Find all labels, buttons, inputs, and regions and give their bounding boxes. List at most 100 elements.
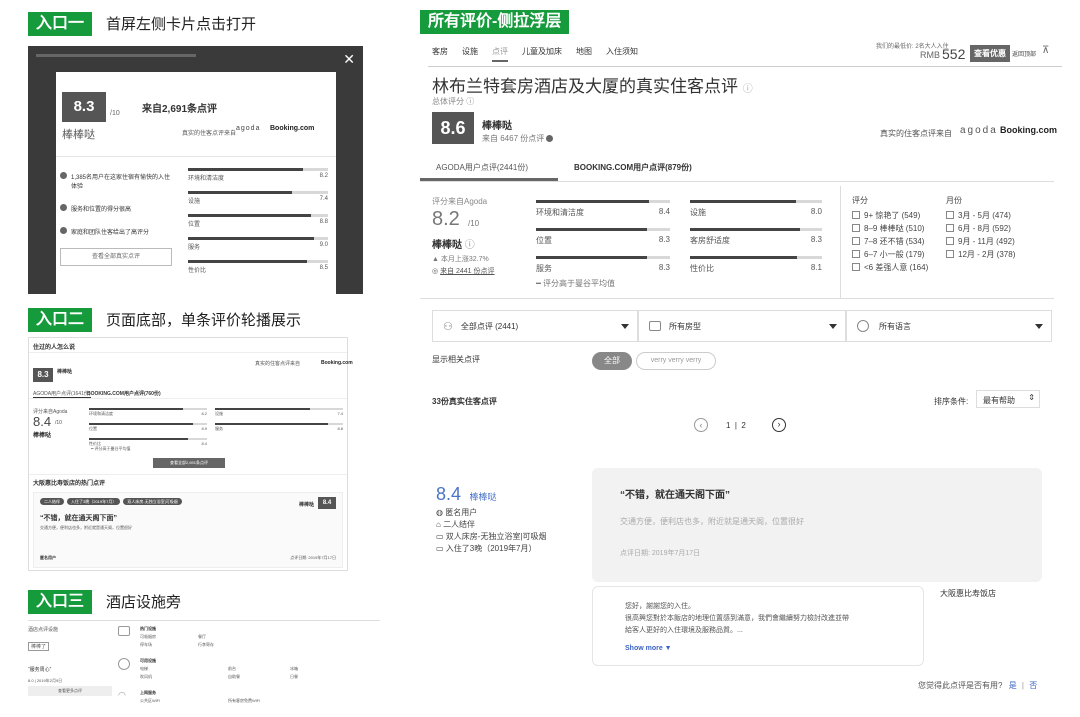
back-to-top-icon[interactable]: ⊼ [1042, 45, 1049, 56]
section-caption-1: 首屏左侧卡片点击打开 [106, 16, 257, 33]
month-filter-checkbox[interactable]: 3月 - 5月 (474) [946, 209, 1015, 222]
entry3-screenshot: 酒店点评设施 棒棒了 “服务周心” 8.0 | 2019年2月9日 查看更多点评… [28, 620, 380, 714]
nav-tab-kids[interactable]: 儿童及加床 [522, 46, 562, 62]
section-caption-3: 酒店设施旁 [106, 594, 182, 611]
review-carousel-card[interactable]: 二人结伴 入住了3晚（2019年7月） 双人床房-无独立浴室|可吸烟 “不错，就… [33, 492, 343, 568]
score-badge: 8.3 [62, 92, 106, 122]
nav-tab-facilities[interactable]: 设施 [462, 46, 478, 62]
globe-icon [118, 658, 130, 670]
info-icon[interactable]: ⓘ [743, 84, 753, 95]
nav-tab-reviews[interactable]: 点评 [492, 46, 508, 62]
facility-item: 日餐 [290, 674, 298, 679]
overall-rating: 棒棒哒 [482, 121, 512, 132]
section-caption-2: 页面底部，单条评价轮播展示 [106, 312, 302, 329]
room-type: ▭ 双人床房-无独立浴室|可吸烟 [436, 532, 547, 541]
month-filter-checkbox[interactable]: 6月 - 8月 (592) [946, 222, 1015, 235]
agoda-rating: 棒棒哒 [33, 433, 52, 439]
pager[interactable]: 1 | 2 [726, 421, 746, 430]
review-score-badge: 8.4 [318, 497, 336, 509]
sort-dropdown[interactable]: 最有帮助 ⇕ [976, 390, 1040, 408]
score-filter-checkbox[interactable]: <6 差强人意 (164) [852, 261, 928, 274]
facility-item: 可吸烟房 [140, 634, 156, 639]
facility-cat-title: 热门设施 [140, 626, 156, 631]
nav-tab-policies[interactable]: 入住须知 [606, 46, 638, 62]
room-type-dropdown[interactable]: 所有房型 [638, 310, 846, 342]
review-count: 来自2,691条点评 [142, 104, 218, 115]
month-filter-checkbox[interactable]: 9月 - 11月 (492) [946, 235, 1015, 248]
price-value: 552 [942, 46, 966, 62]
lowest-price-label: 我们的最低价: 2名大人入住 [876, 44, 949, 50]
prev-page-button[interactable]: ‹ [694, 418, 708, 432]
score-filter-checkbox[interactable]: 8–9 棒棒哒 (510) [852, 222, 928, 235]
chip-all[interactable]: 全部 [592, 352, 632, 370]
overall-score-badge: 8.6 [432, 112, 474, 144]
thumb-up-icon [118, 626, 130, 636]
view-deal-button[interactable]: 查看优惠 [970, 45, 1010, 62]
facility-item: 行李寄存 [198, 642, 214, 647]
related-label: 显示相关点评 [432, 355, 480, 364]
facility-stay: 8.0 | 2019年2月9日 [28, 678, 63, 683]
hot-reviews-title: 大阪惠比寿饭店的热门点评 [33, 481, 106, 487]
section-tag-3: 入口三 [28, 590, 93, 614]
close-icon[interactable]: ✕ [343, 51, 355, 68]
tab-agoda-reviews[interactable]: AGODA用户点评(2441份) [436, 162, 528, 173]
trend-text: ▲ 本月上涨32.7% [432, 256, 489, 263]
month-filter-group: 月份 3月 - 5月 (474) 6月 - 8月 (592) 9月 - 11月 … [946, 196, 1016, 261]
booking-logo: Booking.com [1000, 125, 1058, 135]
score-filter-group: 评分 9+ 惊艳了 (549) 8–9 棒棒哒 (510) 7–8 还不错 (5… [852, 196, 929, 274]
sort-label: 排序条件: [934, 397, 969, 406]
review-date: 点评日期: 2019年7月17日 [620, 550, 701, 557]
stay-duration: ▭ 入住了3晚（2019年7月） [436, 544, 537, 553]
facility-quote: “服务周心” [28, 667, 52, 673]
helpful-yes-link[interactable]: 是 [1009, 681, 1017, 690]
price-currency: RMB [920, 50, 940, 60]
hotel-reply-card: 您好，謝謝您的入住。 很高興您對於本飯店的地理位置感到滿意，我們會繼續努力檢討改… [592, 586, 924, 666]
bar-col-2: 设施 8.0 客房舒适度 8.3 性价比 8.1 [690, 200, 822, 274]
source-text: 真实的住客点评来自 [182, 131, 237, 137]
review-type-dropdown[interactable]: ⚇ 全部点评 (2441) [432, 310, 638, 342]
tab-booking[interactable]: BOOKING.COM用户点评(760份) [87, 390, 161, 397]
all-reviews-drawer: 客房 设施 点评 儿童及加床 地图 入住须知 我们的最低价: 2名大人入住 RM… [420, 36, 1062, 716]
score-modal: 8.3 /10 棒棒哒 来自2,691条点评 真实的住客点评来自 agoda B… [56, 72, 336, 294]
facility-item: 电梯 [140, 666, 148, 671]
helpful-no-link[interactable]: 否 [1029, 681, 1037, 690]
chip: 二人结伴 [40, 498, 64, 505]
nav-tab-rooms[interactable]: 客房 [432, 46, 448, 62]
hotel-name: 大阪惠比寿饭店 [940, 589, 996, 598]
view-all-button[interactable]: 查看全部2,691条点评 [153, 458, 225, 468]
chip-keyword[interactable]: verry verry verry [636, 352, 716, 370]
rating-text: 棒棒哒 [57, 369, 73, 375]
facility-item: 停车场 [140, 642, 152, 647]
tab-booking-reviews[interactable]: BOOKING.COM用户点评(879份) [574, 162, 692, 173]
overall-label: 总体评分 ⓘ [432, 97, 475, 106]
language-dropdown[interactable]: 所有语言 [846, 310, 1052, 342]
tab-agoda[interactable]: AGODA用户点评(1641份) [33, 390, 91, 398]
view-all-reviews-button[interactable]: 查看全部真实点评 [60, 248, 172, 266]
score-filter-checkbox[interactable]: 6–7 小一般 (179) [852, 248, 928, 261]
agoda-source: 评分来自Agoda [432, 197, 488, 206]
facility-cat-title: 可用设施 [140, 658, 156, 663]
overall-count: 来自 6467 份点评 [482, 133, 554, 144]
facility-item: 自助餐 [228, 674, 240, 679]
booking-logo: Booking.com [321, 360, 353, 366]
review-rating: 棒棒哒 [298, 502, 314, 508]
score-outof: /10 [468, 219, 480, 228]
review-count-label: 33份真实住客点评 [432, 397, 497, 406]
score-filter-checkbox[interactable]: 7–8 还不错 (534) [852, 235, 928, 248]
more-reviews-button[interactable]: 查看更多点评 [28, 686, 112, 696]
globe-icon [857, 320, 869, 332]
section-title: 住过的人怎么说 [33, 345, 76, 351]
month-filter-checkbox[interactable]: 12月 - 2月 (378) [946, 248, 1015, 261]
agoda-score: 8.4 [33, 414, 52, 429]
helpful-question: 您觉得此点评是否有用? 是 | 否 [918, 681, 1038, 690]
agoda-count-link[interactable]: ◎ 来自 2441 份点评 [432, 266, 495, 276]
next-page-button[interactable]: › [772, 418, 786, 432]
show-more-link[interactable]: Show more ▼ [625, 645, 672, 652]
nav-tab-map[interactable]: 地图 [576, 46, 592, 62]
agoda-score: 8.2 [432, 208, 460, 230]
avg-note: ━ 评分高于曼谷平均值 [536, 279, 616, 288]
score-filter-checkbox[interactable]: 9+ 惊艳了 (549) [852, 209, 928, 222]
review-rating: 棒棒哒 [469, 492, 497, 502]
agoda-rating: 棒棒哒 ⓘ [432, 240, 475, 251]
back-to-top-link[interactable]: 返回顶部 [1012, 49, 1036, 58]
